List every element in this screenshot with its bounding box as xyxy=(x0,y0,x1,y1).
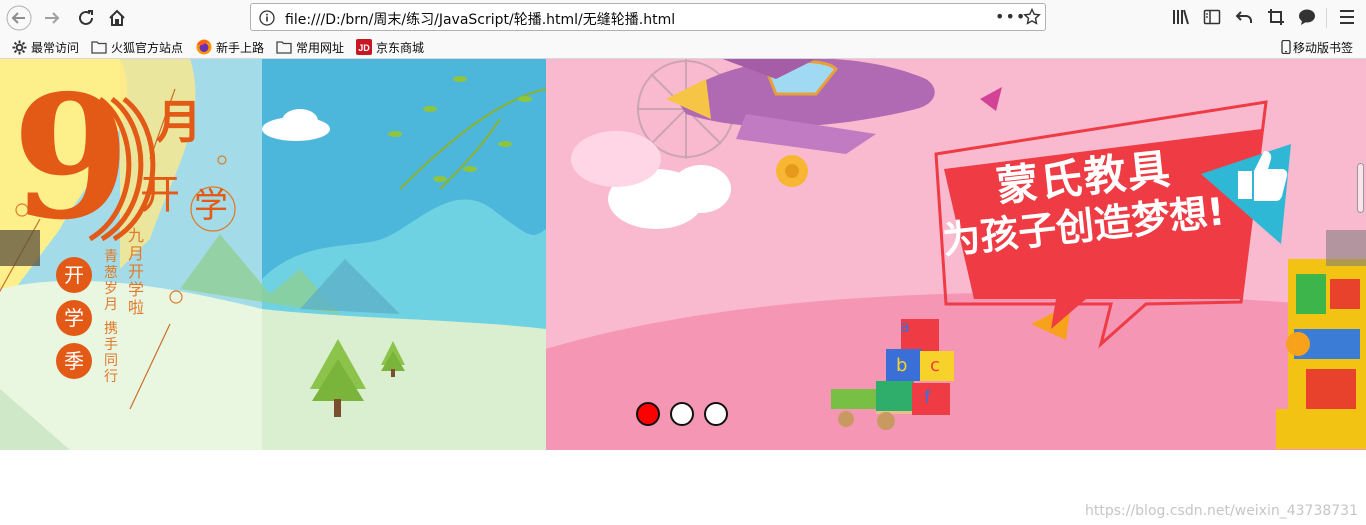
bookmark-jd[interactable]: JD 京东商城 xyxy=(356,38,424,56)
seal-char-3: 季 xyxy=(64,349,84,373)
home-icon xyxy=(109,9,125,26)
chat-icon[interactable] xyxy=(1298,8,1316,30)
reload-icon xyxy=(79,10,93,25)
carousel-pagination xyxy=(636,402,728,426)
slogan-line-2: 携手同行 xyxy=(104,321,118,385)
bookmark-label: 京东商城 xyxy=(376,40,425,55)
scrollbar-thumb[interactable] xyxy=(1357,163,1364,213)
month-number: 9 xyxy=(12,59,131,258)
back-button[interactable] xyxy=(5,4,33,32)
gear-icon xyxy=(12,39,27,55)
folder-icon xyxy=(91,40,107,54)
home-button[interactable] xyxy=(103,4,131,32)
bookmark-firefox-official[interactable]: 火狐官方站点 xyxy=(91,38,183,56)
bookmark-label: 火狐官方站点 xyxy=(111,40,184,55)
bookmark-most-visited[interactable]: 最常访问 xyxy=(12,38,79,56)
kai-char: 开 xyxy=(140,172,180,218)
carousel-dot-1[interactable] xyxy=(636,402,660,426)
bookmark-label: 最常访问 xyxy=(31,40,80,55)
seal-char-1: 开 xyxy=(64,263,84,287)
carousel-prev-button[interactable] xyxy=(0,230,40,266)
firefox-icon xyxy=(196,39,212,55)
mobile-icon xyxy=(1281,40,1291,54)
folder-icon xyxy=(276,40,292,54)
bookmark-getting-started[interactable]: 新手上路 xyxy=(196,38,264,56)
slogan-line-1: 青葱岁月 xyxy=(104,249,118,313)
carousel-next-button[interactable] xyxy=(1326,230,1366,266)
url-text[interactable]: file:///D:/brn/周末/练习/JavaScript/轮播.html/… xyxy=(285,9,675,29)
menu-icon[interactable] xyxy=(1339,8,1355,30)
screenshot-icon[interactable] xyxy=(1267,8,1285,30)
slogan-line-3: 九月开学啦 xyxy=(128,226,145,317)
carousel: 9 月 开 学 开 学 季 青葱岁月 携手同行 九月开学啦 蒙氏教具 为孩子创造… xyxy=(0,59,1366,450)
forward-button[interactable] xyxy=(38,4,66,32)
svg-text:JD: JD xyxy=(358,43,370,53)
carousel-dot-2[interactable] xyxy=(670,402,694,426)
slide-montessori: 蒙氏教具 为孩子创造梦想! a b c f xyxy=(546,59,1366,450)
url-bar[interactable]: file:///D:/brn/周末/练习/JavaScript/轮播.html/… xyxy=(250,3,1046,31)
block-letter-f: f xyxy=(924,387,931,408)
bookmark-label: 常用网址 xyxy=(296,40,345,55)
month-char: 月 xyxy=(156,95,202,149)
page-actions-icon[interactable]: ••• xyxy=(995,7,1026,26)
undo-icon[interactable] xyxy=(1235,8,1253,30)
reload-button[interactable] xyxy=(72,4,100,32)
block-letter-b: b xyxy=(896,355,908,376)
blog-watermark: https://blog.csdn.net/weixin_43738731 xyxy=(1084,503,1358,519)
info-icon[interactable] xyxy=(259,10,275,30)
bookmark-common-sites[interactable]: 常用网址 xyxy=(276,38,344,56)
bookmark-label: 新手上路 xyxy=(216,40,265,55)
xue-char: 学 xyxy=(194,186,228,226)
library-icon[interactable] xyxy=(1172,8,1190,30)
bookmark-label: 移动版书签 xyxy=(1293,40,1354,55)
star-icon[interactable] xyxy=(1023,7,1041,30)
block-letter-c: c xyxy=(930,355,940,376)
forward-arrow-icon xyxy=(45,12,60,24)
cloud-shape xyxy=(571,131,731,229)
browser-toolbar: file:///D:/brn/周末/练习/JavaScript/轮播.html/… xyxy=(0,0,1366,35)
lego-tower xyxy=(1276,259,1366,449)
toolbar-divider xyxy=(1326,8,1327,28)
slide-back-to-school: 9 月 开 学 开 学 季 青葱岁月 携手同行 九月开学啦 xyxy=(0,59,546,450)
carousel-dot-3[interactable] xyxy=(704,402,728,426)
seal-char-2: 学 xyxy=(64,306,84,330)
block-letter-a: a xyxy=(900,317,910,336)
back-arrow-icon xyxy=(6,5,32,31)
sidebar-icon[interactable] xyxy=(1203,8,1221,30)
bookmark-mobile[interactable]: 移动版书签 xyxy=(1281,38,1353,56)
jd-icon: JD xyxy=(356,39,372,55)
bookmarks-bar: 最常访问 火狐官方站点 新手上路 常用网址 JD 京东商城 移动版书签 xyxy=(0,35,1366,59)
